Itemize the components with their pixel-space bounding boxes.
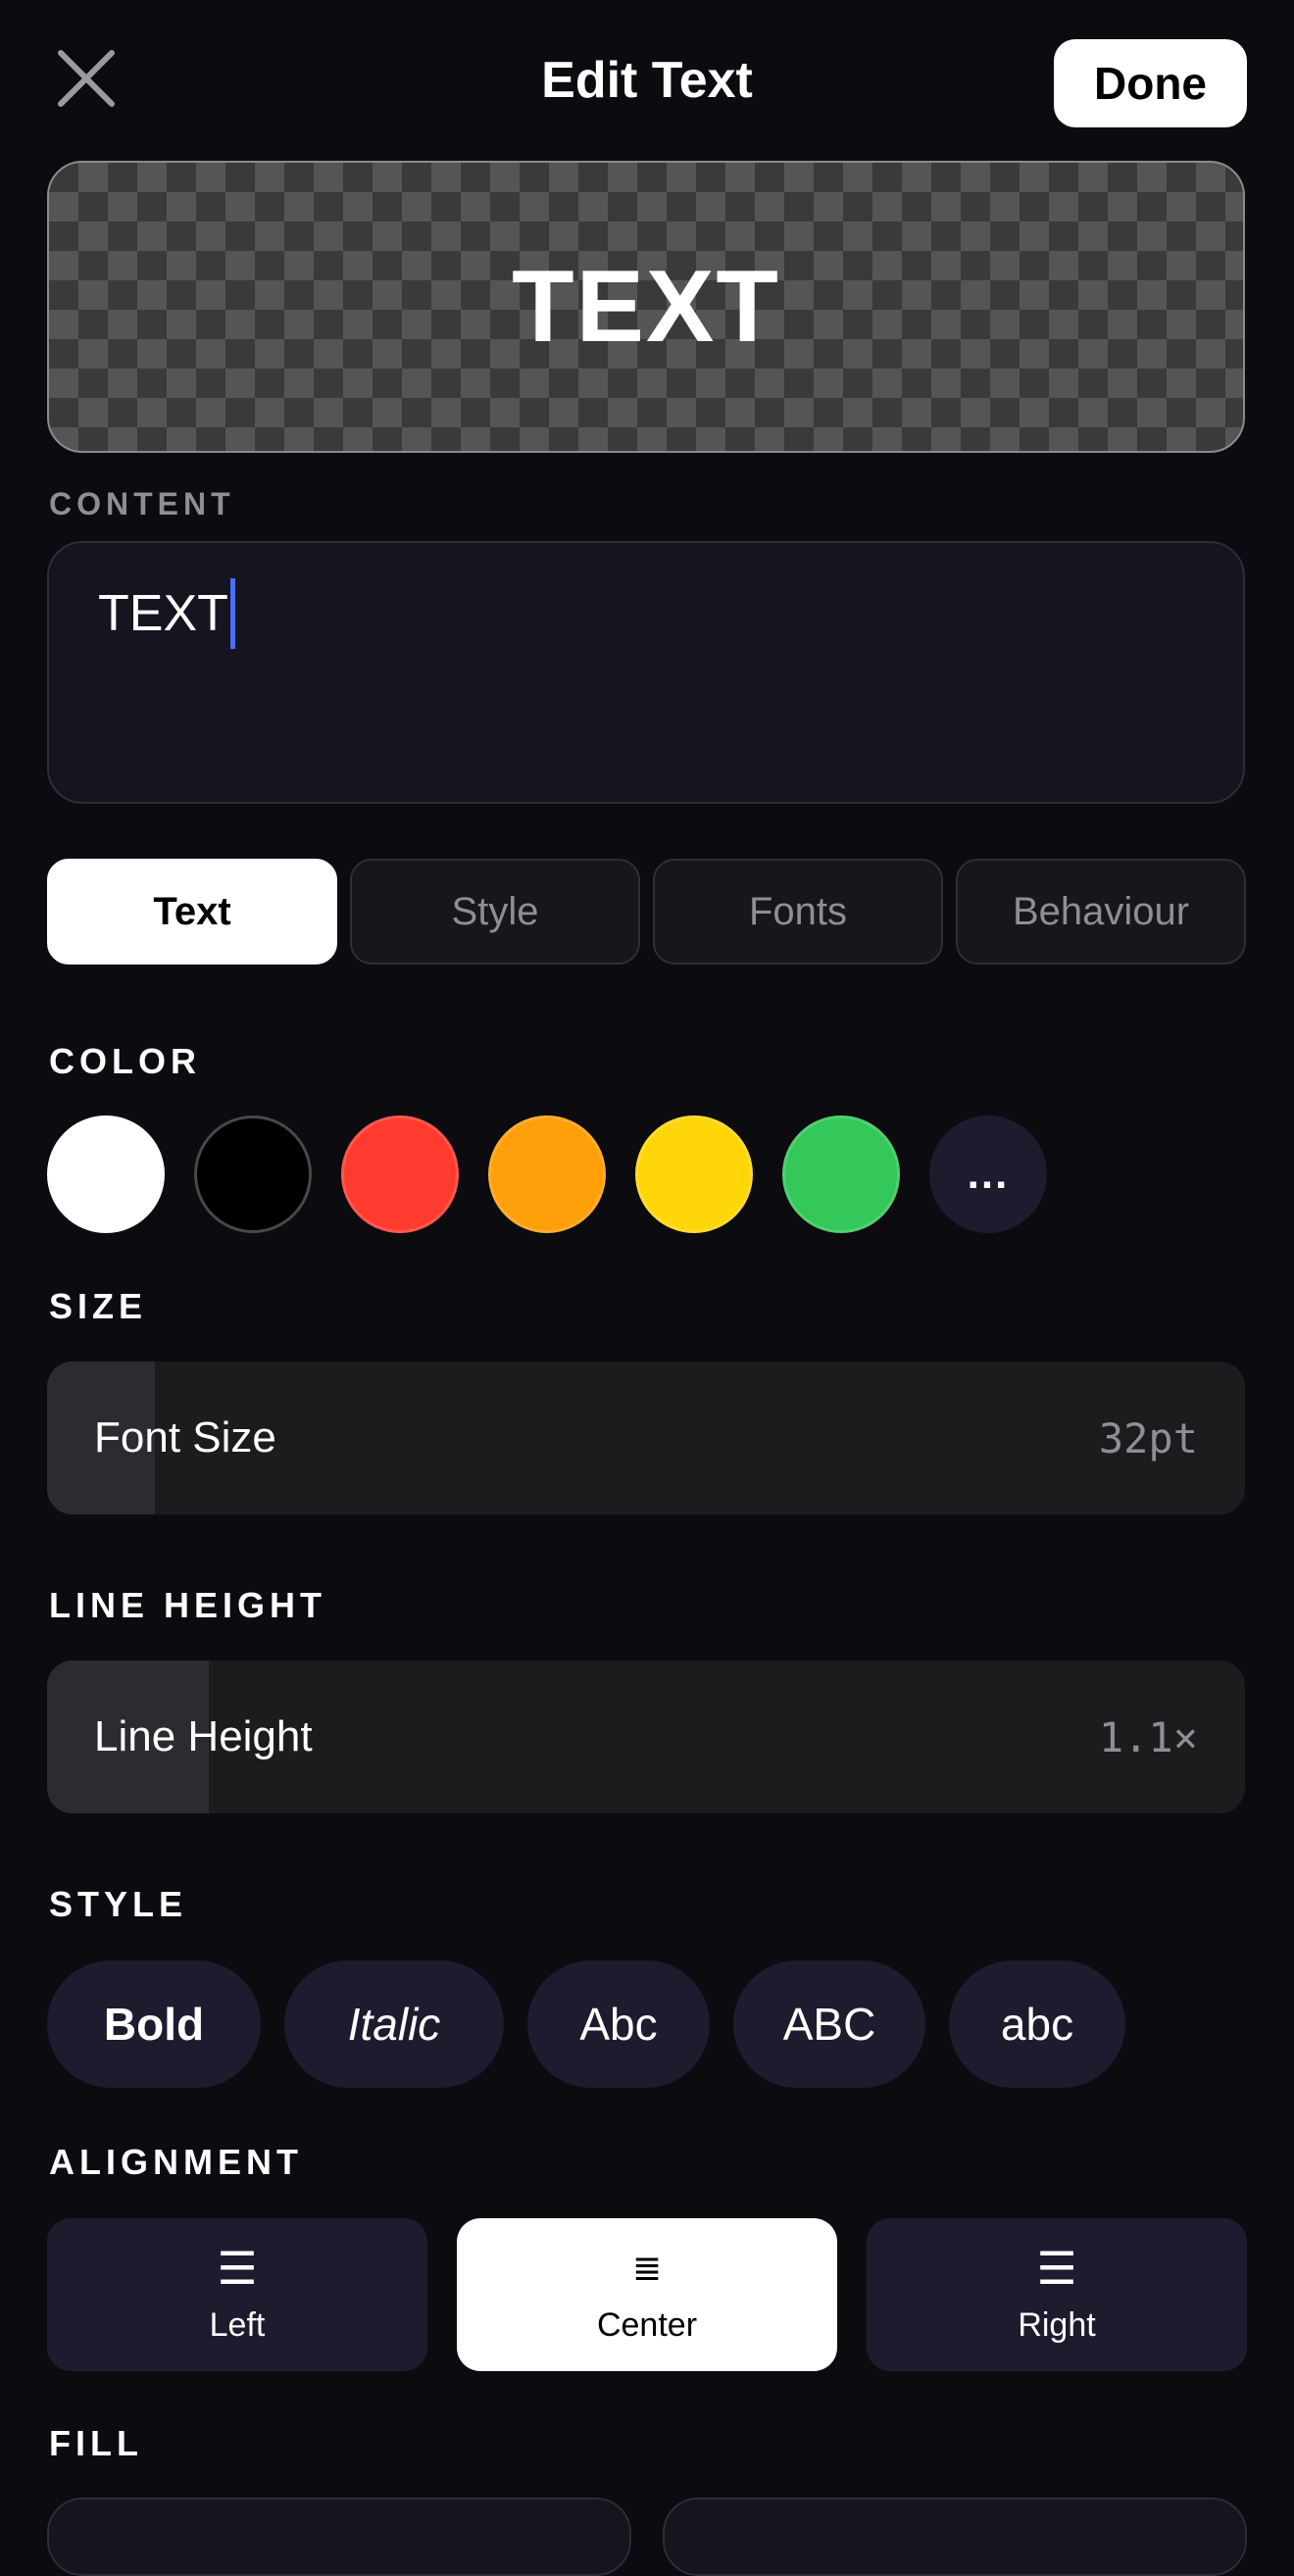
line-height-slider[interactable]: Line Height 1.1× [47, 1660, 1245, 1813]
align-right-icon: ☰ [1036, 2242, 1077, 2294]
color-swatch-orange[interactable] [488, 1115, 606, 1233]
font-size-label: Font Size [94, 1413, 276, 1461]
style-capitalize-button[interactable]: Abc [527, 1960, 710, 2088]
color-swatch-white[interactable] [47, 1115, 165, 1233]
tab-text[interactable]: Text [47, 859, 337, 965]
align-center-label: Center [596, 2305, 698, 2344]
style-bold-button[interactable]: Bold [47, 1960, 261, 2088]
fill-option-2[interactable] [663, 2498, 1247, 2576]
font-size-value: 32pt [1098, 1413, 1198, 1462]
fill-option-1[interactable] [47, 2498, 631, 2576]
color-section-label: COLOR [49, 1041, 201, 1081]
text-caret [229, 578, 235, 649]
text-preview: TEXT [47, 161, 1245, 453]
tab-style[interactable]: Style [350, 859, 640, 965]
line-height-section-label: LINE HEIGHT [49, 1585, 327, 1625]
align-left-label: Left [209, 2305, 266, 2344]
line-height-label: Line Height [94, 1712, 313, 1760]
content-input-text: TEXT [98, 585, 228, 642]
color-swatch-red[interactable] [341, 1115, 459, 1233]
alignment-section-label: ALIGNMENT [49, 2142, 303, 2182]
color-swatch-yellow[interactable] [635, 1115, 753, 1233]
size-section-label: SIZE [49, 1286, 148, 1326]
preview-text: TEXT [512, 249, 780, 364]
fill-section-label: FILL [49, 2423, 143, 2463]
tab-behaviour[interactable]: Behaviour [956, 859, 1246, 965]
style-uppercase-button[interactable]: ABC [733, 1960, 925, 2088]
more-colors-button[interactable]: ... [929, 1115, 1047, 1233]
align-left-icon: ☰ [217, 2242, 258, 2294]
color-swatch-green[interactable] [782, 1115, 900, 1233]
done-button[interactable]: Done [1054, 39, 1247, 127]
align-right-button[interactable]: ☰ Right [867, 2218, 1247, 2371]
style-lowercase-button[interactable]: abc [949, 1960, 1125, 2088]
align-center-button[interactable]: ≣ Center [457, 2218, 837, 2371]
tab-fonts[interactable]: Fonts [653, 859, 943, 965]
style-italic-button[interactable]: Italic [284, 1960, 504, 2088]
align-center-icon: ≣ [631, 2247, 663, 2288]
content-section-label: CONTENT [49, 486, 235, 521]
font-size-slider[interactable]: Font Size 32pt [47, 1362, 1245, 1514]
line-height-value: 1.1× [1098, 1712, 1198, 1761]
style-section-label: STYLE [49, 1884, 188, 1924]
content-text-value: TEXT [98, 578, 235, 649]
color-swatch-black[interactable] [194, 1115, 312, 1233]
align-right-label: Right [1018, 2305, 1096, 2344]
align-left-button[interactable]: ☰ Left [47, 2218, 427, 2371]
